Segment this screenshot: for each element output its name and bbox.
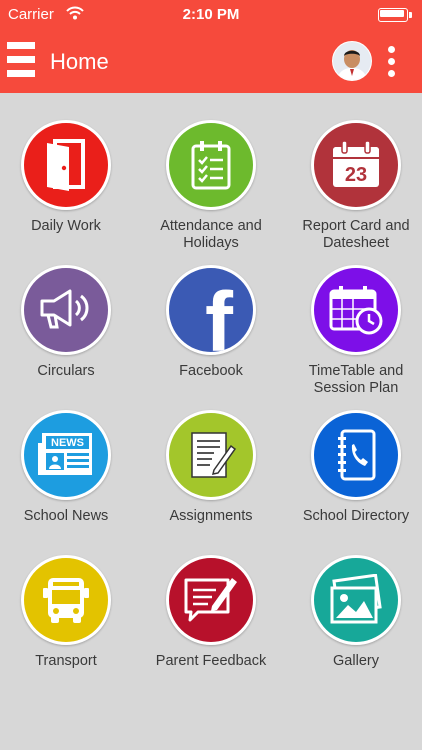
megaphone-icon <box>21 265 111 355</box>
tile-label: Assignments <box>169 508 253 524</box>
tile-label: Facebook <box>179 363 243 379</box>
tile-school-directory[interactable]: School Directory <box>285 410 422 555</box>
tile-timetable-and-session-plan[interactable]: TimeTable and Session Plan <box>285 265 422 410</box>
assignment-icon <box>166 410 256 500</box>
schedule-icon <box>311 265 401 355</box>
status-time: 2:10 PM <box>182 6 240 23</box>
calendar-icon: 23 <box>311 120 401 210</box>
tile-daily-work[interactable]: Daily Work <box>0 120 137 265</box>
app-bar: Home <box>0 30 422 93</box>
facebook-glyph: f <box>205 275 233 355</box>
tile-label: Attendance and Holidays <box>160 218 262 251</box>
more-options-icon[interactable] <box>384 45 398 79</box>
tile-report-card-and-datesheet[interactable]: 23 Report Card and Datesheet <box>285 120 422 265</box>
tile-label: School Directory <box>302 508 410 524</box>
avatar[interactable] <box>332 41 372 81</box>
door-icon <box>21 120 111 210</box>
checklist-icon <box>166 120 256 210</box>
tile-school-news[interactable]: NEWS School News <box>0 410 137 555</box>
tile-attendance-and-holidays[interactable]: Attendance and Holidays <box>140 120 282 265</box>
tile-label: Report Card and Datesheet <box>302 218 410 251</box>
tile-gallery[interactable]: Gallery <box>285 555 422 700</box>
gallery-icon <box>311 555 401 645</box>
battery-icon <box>378 8 414 22</box>
calendar-day-text: 23 <box>345 164 367 186</box>
tile-transport[interactable]: Transport <box>0 555 137 700</box>
tile-assignments[interactable]: Assignments <box>140 410 282 555</box>
newspaper-icon: NEWS <box>21 410 111 500</box>
tile-parent-feedback[interactable]: Parent Feedback <box>140 555 282 700</box>
tile-facebook[interactable]: f Facebook <box>140 265 282 410</box>
status-bar: Carrier 2:10 PM <box>0 0 422 30</box>
bus-icon <box>21 555 111 645</box>
tile-label: Gallery <box>333 653 379 669</box>
feedback-icon <box>166 555 256 645</box>
phonebook-icon <box>311 410 401 500</box>
tile-label: Daily Work <box>31 218 101 234</box>
tile-label: School News <box>23 508 109 524</box>
tile-label: Circulars <box>37 363 95 379</box>
news-badge-text: NEWS <box>51 437 84 449</box>
page-title: Home <box>50 49 109 74</box>
tile-label: Transport <box>35 653 97 669</box>
tile-label: TimeTable and Session Plan <box>308 363 404 396</box>
hamburger-menu-icon[interactable] <box>7 40 37 80</box>
facebook-icon: f <box>166 265 256 355</box>
tile-label: Parent Feedback <box>155 653 267 669</box>
tile-circulars[interactable]: Circulars <box>0 265 137 410</box>
